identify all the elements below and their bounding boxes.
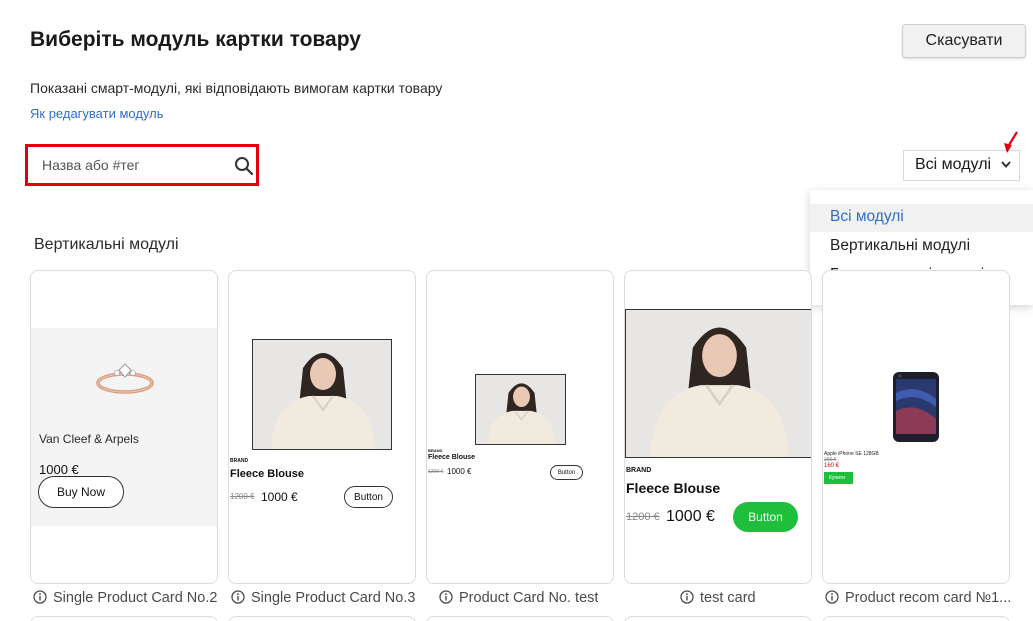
product-photo bbox=[625, 309, 811, 458]
module-card-next-row[interactable] bbox=[822, 616, 1010, 621]
card-preview: Van Cleef & Arpels 1000 € Buy Now bbox=[31, 328, 217, 526]
page-title: Виберіть модуль картки товару bbox=[30, 28, 361, 51]
dropdown-option-vertical[interactable]: Вертикальні модулі bbox=[810, 233, 1033, 261]
page-subtitle: Показані смарт-модулі, які відповідають … bbox=[30, 80, 443, 96]
info-icon[interactable] bbox=[825, 590, 839, 604]
module-type-select-value: Всі модулі bbox=[915, 156, 992, 173]
module-card-next-row[interactable] bbox=[426, 616, 614, 621]
chevron-down-icon[interactable] bbox=[1000, 160, 1012, 170]
card-product-name: Fleece Blouse bbox=[626, 480, 721, 496]
card-product-name: Fleece Blouse bbox=[428, 454, 476, 461]
caption-text: Product recom card №1... bbox=[845, 590, 1012, 606]
module-card-3[interactable]: BRAND Fleece Blouse 1200 € 1000 € Button bbox=[426, 270, 614, 584]
info-icon[interactable] bbox=[33, 590, 47, 604]
card-brand: BRAND bbox=[626, 467, 652, 474]
caption-text: Product Card No. test bbox=[459, 590, 599, 606]
section-title: Вертикальні модулі bbox=[34, 236, 179, 253]
caption-text: test card bbox=[700, 590, 756, 606]
help-link[interactable]: Як редагувати модуль bbox=[30, 106, 164, 121]
card-price: 1000 € bbox=[39, 462, 79, 477]
card-price: 1000 € bbox=[447, 467, 472, 476]
info-icon[interactable] bbox=[231, 590, 245, 604]
search-box bbox=[25, 144, 259, 186]
module-card-caption[interactable]: Product Card No. test bbox=[439, 590, 598, 608]
phone-image bbox=[893, 372, 939, 442]
woman-image bbox=[253, 340, 391, 449]
product-photo bbox=[475, 374, 566, 445]
module-card-caption[interactable]: test card bbox=[680, 590, 756, 608]
module-card-5[interactable]: Apple iPhone SE 128GB 200 € 160 € Купити bbox=[822, 270, 1010, 584]
cancel-button[interactable]: Скасувати bbox=[902, 24, 1026, 58]
card-price: 160 € bbox=[824, 463, 840, 469]
woman-image bbox=[476, 375, 565, 444]
woman-image bbox=[626, 310, 811, 457]
red-arrow-icon bbox=[1004, 131, 1018, 153]
buy-button: Купити bbox=[824, 472, 853, 484]
info-icon[interactable] bbox=[680, 590, 694, 604]
ring-image bbox=[96, 363, 154, 394]
card-product-name: Fleece Blouse bbox=[230, 468, 304, 480]
caption-text: Single Product Card No.3 bbox=[251, 590, 416, 606]
search-input[interactable] bbox=[32, 150, 230, 180]
card-old-price: 1200 € bbox=[428, 469, 444, 475]
card-old-price: 1200 € bbox=[626, 511, 660, 523]
card-brand: BRAND bbox=[230, 458, 249, 464]
info-icon[interactable] bbox=[439, 590, 453, 604]
module-card-4[interactable]: BRAND Fleece Blouse 1200 € 1000 € Button bbox=[624, 270, 812, 584]
card-button: Button bbox=[550, 465, 583, 480]
module-card-caption[interactable]: Single Product Card No.3 bbox=[231, 590, 415, 608]
module-card-next-row[interactable] bbox=[624, 616, 812, 621]
module-card-2[interactable]: BRAND Fleece Blouse 1200 € 1000 € Button bbox=[228, 270, 416, 584]
module-card-next-row[interactable] bbox=[30, 616, 218, 621]
search-icon[interactable] bbox=[234, 156, 254, 176]
module-card-1[interactable]: Van Cleef & Arpels 1000 € Buy Now bbox=[30, 270, 218, 584]
card-price: 1000 € bbox=[261, 490, 298, 504]
caption-text: Single Product Card No.2 bbox=[53, 590, 218, 606]
dropdown-option-all[interactable]: Всі модулі bbox=[810, 204, 1033, 232]
card-brand: Van Cleef & Arpels bbox=[39, 432, 139, 446]
module-card-caption[interactable]: Single Product Card No.2 bbox=[33, 590, 217, 608]
product-photo bbox=[252, 339, 392, 450]
module-card-caption[interactable]: Product recom card №1... bbox=[825, 590, 1015, 608]
card-old-price: 1200 € bbox=[230, 492, 255, 501]
buy-now-button: Buy Now bbox=[38, 476, 124, 508]
module-card-next-row[interactable] bbox=[228, 616, 416, 621]
card-brand: BRAND bbox=[428, 448, 443, 453]
card-button: Button bbox=[344, 486, 393, 508]
card-price: 1000 € bbox=[666, 508, 715, 525]
card-button: Button bbox=[733, 502, 798, 532]
